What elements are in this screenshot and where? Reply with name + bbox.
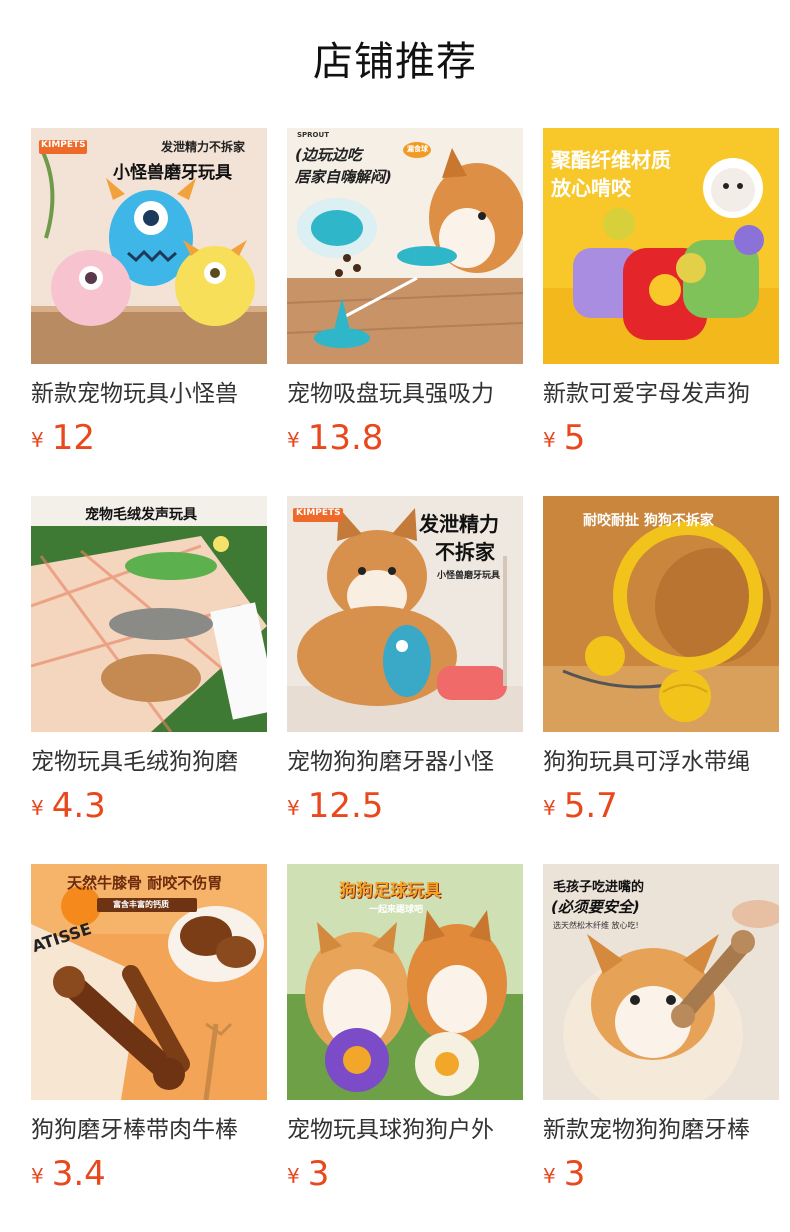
product-grid: KIMPETS 发泄精力不拆家 小怪兽磨牙玩具 新款宠物玩具小怪兽 ¥12 SP…: [31, 128, 779, 1232]
currency-symbol: ¥: [543, 796, 556, 820]
image-brand-label: SPROUT: [297, 131, 329, 139]
image-caption-main: 天然牛膝骨 耐咬不伤胃: [67, 874, 223, 892]
product-name[interactable]: 狗狗磨牙棒带肉牛棒: [31, 1114, 267, 1146]
product-price: ¥13.8: [287, 416, 523, 460]
image-caption-sub: 一起来踢球吧: [369, 905, 424, 915]
image-badge: 漏食球: [407, 145, 428, 153]
currency-symbol: ¥: [543, 1164, 556, 1188]
image-brand-label: KIMPETS: [41, 140, 86, 150]
price-amount: 12: [51, 418, 95, 458]
image-caption-main: 毛孩子吃进嘴的: [553, 880, 645, 895]
product-price: ¥3: [543, 1152, 779, 1196]
currency-symbol: ¥: [287, 428, 300, 452]
currency-symbol: ¥: [287, 796, 300, 820]
image-caption-sub: 居家自嗨解闷): [295, 168, 392, 186]
product-name[interactable]: 新款可爱字母发声狗: [543, 378, 779, 410]
price-amount: 3: [307, 1154, 330, 1194]
product-image[interactable]: SPROUT (边玩边吃 居家自嗨解闷) 漏食球: [287, 128, 523, 364]
image-caption-main: 发泄精力: [419, 512, 499, 536]
price-amount: 13.8: [307, 418, 384, 458]
product-card[interactable]: 狗狗足球玩具 一起来踢球吧 宠物玩具球狗狗户外 ¥3: [287, 864, 523, 1232]
product-price: ¥12: [31, 416, 267, 460]
image-caption-main: 耐咬耐扯 狗狗不拆家: [583, 513, 714, 529]
currency-symbol: ¥: [543, 428, 556, 452]
image-caption-small: 小怪兽磨牙玩具: [437, 571, 501, 581]
currency-symbol: ¥: [31, 1164, 44, 1188]
price-amount: 5.7: [563, 786, 618, 826]
image-caption-sub: 富含丰富的钙质: [113, 900, 169, 909]
product-image[interactable]: 宠物毛绒发声玩具: [31, 496, 267, 732]
image-caption-sub: 放心啃咬: [551, 176, 631, 200]
product-name[interactable]: 宠物狗狗磨牙器小怪: [287, 746, 523, 778]
image-caption-small: 选天然松木纤维 放心吃!: [553, 921, 639, 930]
product-image[interactable]: KIMPETS 发泄精力 不拆家 小怪兽磨牙玩具: [287, 496, 523, 732]
image-caption-main: 狗狗足球玩具: [339, 881, 441, 901]
image-caption-main: 小怪兽磨牙玩具: [113, 163, 232, 183]
currency-symbol: ¥: [287, 1164, 300, 1188]
product-image[interactable]: 聚酯纤维材质 放心啃咬: [543, 128, 779, 364]
image-caption-main: 聚酯纤维材质: [551, 148, 671, 172]
product-price: ¥5: [543, 416, 779, 460]
product-card[interactable]: 聚酯纤维材质 放心啃咬 新款可爱字母发声狗 ¥5: [543, 128, 779, 496]
product-card[interactable]: 宠物毛绒发声玩具 宠物玩具毛绒狗狗磨 ¥4.3: [31, 496, 267, 864]
price-amount: 3.4: [51, 1154, 106, 1194]
product-image[interactable]: 毛孩子吃进嘴的 (必须要安全) 选天然松木纤维 放心吃!: [543, 864, 779, 1100]
product-price: ¥12.5: [287, 784, 523, 828]
product-card[interactable]: KIMPETS 发泄精力不拆家 小怪兽磨牙玩具 新款宠物玩具小怪兽 ¥12: [31, 128, 267, 496]
price-amount: 4.3: [51, 786, 106, 826]
page-title: 店铺推荐: [313, 39, 477, 85]
product-name[interactable]: 宠物玩具球狗狗户外: [287, 1114, 523, 1146]
image-caption-main: 宠物毛绒发声玩具: [85, 507, 197, 523]
product-price: ¥3: [287, 1152, 523, 1196]
product-name[interactable]: 新款宠物玩具小怪兽: [31, 378, 267, 410]
product-name[interactable]: 新款宠物狗狗磨牙棒: [543, 1114, 779, 1146]
product-image[interactable]: 天然牛膝骨 耐咬不伤胃 富含丰富的钙质 ATISSE: [31, 864, 267, 1100]
product-card[interactable]: 耐咬耐扯 狗狗不拆家 狗狗玩具可浮水带绳 ¥5.7: [543, 496, 779, 864]
product-price: ¥4.3: [31, 784, 267, 828]
price-amount: 3: [563, 1154, 586, 1194]
product-card[interactable]: KIMPETS 发泄精力 不拆家 小怪兽磨牙玩具 宠物狗狗磨牙器小怪 ¥12.5: [287, 496, 523, 864]
product-card[interactable]: SPROUT (边玩边吃 居家自嗨解闷) 漏食球 宠物吸盘玩具强吸力 ¥13.8: [287, 128, 523, 496]
product-card[interactable]: 天然牛膝骨 耐咬不伤胃 富含丰富的钙质 ATISSE 狗狗磨牙棒带肉牛棒 ¥3.…: [31, 864, 267, 1232]
currency-symbol: ¥: [31, 796, 44, 820]
currency-symbol: ¥: [31, 428, 44, 452]
store-recommend-page: 店铺推荐 KIMPETS 发泄精力不拆家 小怪兽磨牙玩具 新款宠物玩具小怪兽 ¥…: [0, 0, 790, 1232]
product-image[interactable]: 耐咬耐扯 狗狗不拆家: [543, 496, 779, 732]
product-image[interactable]: 狗狗足球玩具 一起来踢球吧: [287, 864, 523, 1100]
image-caption-sub: 不拆家: [435, 540, 495, 564]
product-price: ¥3.4: [31, 1152, 267, 1196]
product-name[interactable]: 宠物吸盘玩具强吸力: [287, 378, 523, 410]
image-caption-sub: (必须要安全): [551, 898, 640, 916]
product-card[interactable]: 毛孩子吃进嘴的 (必须要安全) 选天然松木纤维 放心吃! 新款宠物狗狗磨牙棒 ¥…: [543, 864, 779, 1232]
product-name[interactable]: 狗狗玩具可浮水带绳: [543, 746, 779, 778]
image-caption-top: 发泄精力不拆家: [161, 140, 246, 154]
image-brand-label: KIMPETS: [296, 508, 341, 518]
price-amount: 12.5: [307, 786, 384, 826]
product-image[interactable]: KIMPETS 发泄精力不拆家 小怪兽磨牙玩具: [31, 128, 267, 364]
product-name[interactable]: 宠物玩具毛绒狗狗磨: [31, 746, 267, 778]
image-caption-main: (边玩边吃: [295, 146, 362, 164]
product-price: ¥5.7: [543, 784, 779, 828]
price-amount: 5: [563, 418, 586, 458]
